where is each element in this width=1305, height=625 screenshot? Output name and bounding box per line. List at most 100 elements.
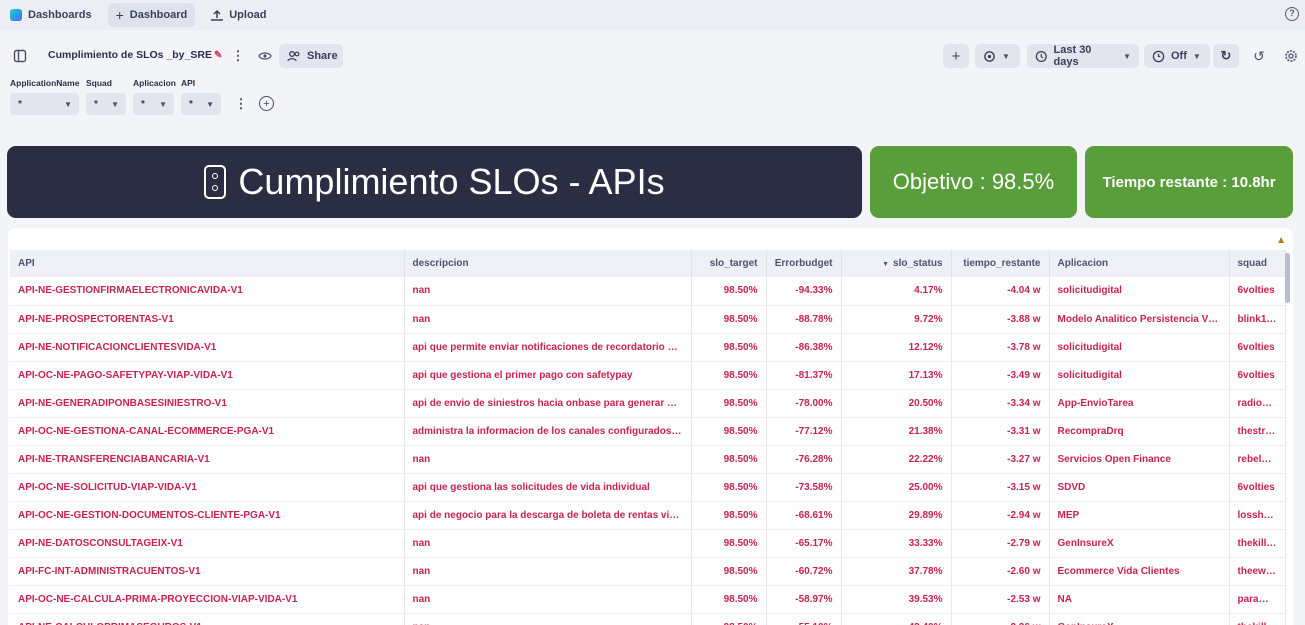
table-cell: -3.27 w xyxy=(951,445,1050,474)
table-cell: -2.79 w xyxy=(951,529,1050,558)
timeframe-selector[interactable]: Last 30 days ▼ xyxy=(1027,44,1139,68)
table-cell: 25.00% xyxy=(841,473,952,502)
table-row[interactable]: API-FC-INT-ADMINISTRACUENTOS-V1 nan 98.50%… xyxy=(10,557,1286,586)
table-cell: Servicios Open Finance xyxy=(1049,445,1230,474)
table-row[interactable]: API-NE-DATOSCONSULTAGEIX-V1 nan 98.50% -65.… xyxy=(10,529,1286,558)
table-cell: rebelution xyxy=(1229,445,1286,474)
dashboard-header: Cumplimiento de SLOs _by_SRE ✎ ⋮ Share + … xyxy=(0,42,1305,70)
help-icon[interactable]: ? xyxy=(1285,7,1299,21)
warning-icon[interactable]: ▲ xyxy=(1276,235,1286,246)
column-header-api[interactable]: API xyxy=(10,250,405,277)
filter-select-aplicacion[interactable]: * ▼ xyxy=(133,93,174,115)
dashboard-title[interactable]: Cumplimiento de SLOs _by_SRE ✎ xyxy=(48,49,222,61)
gear-icon[interactable] xyxy=(1282,46,1300,66)
refresh-timer-icon xyxy=(1152,50,1165,62)
refresh-button[interactable]: ↻ xyxy=(1213,44,1239,68)
filter-value: * xyxy=(141,98,145,110)
table-cell: 98.50% xyxy=(691,613,767,625)
column-header-tiempo-restante[interactable]: tiempo_restante xyxy=(951,250,1050,277)
plus-icon: + xyxy=(115,7,124,23)
chevron-down-icon: ▼ xyxy=(1002,51,1010,61)
table-cell: api que permite enviar notificaciones de… xyxy=(404,333,692,362)
table-cell: API-NE-CALCULOPRIMASEGUROS-V1 xyxy=(10,613,405,625)
undo-icon[interactable]: ↺ xyxy=(1250,46,1268,66)
table-cell: api de negocio para la descarga de bolet… xyxy=(404,501,692,530)
table-cell: -86.38% xyxy=(766,333,842,362)
filter-select-squad[interactable]: * ▼ xyxy=(86,93,126,115)
more-options-icon[interactable]: ⋮ xyxy=(234,95,248,113)
table-cell: solicitudigital xyxy=(1049,277,1230,306)
table-row[interactable]: API-NE-PROSPECTORENTAS-V1 nan 98.50% -88.78… xyxy=(10,305,1286,334)
table-cell: 98.50% xyxy=(691,557,767,586)
column-header-slo-status[interactable]: ▼ slo_status xyxy=(841,250,952,277)
table-row[interactable]: API-OC-NE-CALCULA-PRIMA-PROYECCION-VIAP-… xyxy=(10,585,1286,614)
table-cell: -65.17% xyxy=(766,529,842,558)
table-cell: API-NE-GESTIONFIRMAELECTRONICAVIDA-V1 xyxy=(10,277,405,306)
table-cell: -3.15 w xyxy=(951,473,1050,502)
table-cell: thestrokes xyxy=(1229,417,1286,446)
upload-button[interactable]: Upload xyxy=(203,3,274,27)
table-cell: -81.37% xyxy=(766,361,842,390)
table-cell: -3.31 w xyxy=(951,417,1050,446)
add-variable-icon[interactable]: + xyxy=(259,96,274,111)
add-tile-button[interactable]: + xyxy=(943,44,969,68)
table-cell: nan xyxy=(404,277,692,306)
dashboards-nav[interactable]: Dashboards xyxy=(2,3,100,27)
timeframe-label: Last 30 days xyxy=(1053,44,1092,68)
table-cell: -2.60 w xyxy=(951,557,1050,586)
table-cell: 98.50% xyxy=(691,389,767,418)
settings-dropdown[interactable]: ▼ xyxy=(975,44,1020,68)
table-cell: 12.12% xyxy=(841,333,952,362)
share-label: Share xyxy=(307,50,338,62)
table-row[interactable]: API-OC-NE-PAGO-SAFETYPAY-VIAP-VIDA-V1 api… xyxy=(10,361,1286,390)
share-button[interactable]: Share xyxy=(279,44,343,68)
table-row[interactable]: API-OC-NE-SOLICITUD-VIAP-VIDA-V1 api que … xyxy=(10,473,1286,502)
filter-select-applicationname[interactable]: * ▼ xyxy=(10,93,79,115)
table-cell: -88.78% xyxy=(766,305,842,334)
column-header-descripcion[interactable]: descripcion xyxy=(404,250,692,277)
table-cell: nan xyxy=(404,529,692,558)
column-header-aplicacion[interactable]: Aplicacion xyxy=(1049,250,1230,277)
table-cell: 98.50% xyxy=(691,529,767,558)
table-cell: -3.34 w xyxy=(951,389,1050,418)
more-options-icon[interactable]: ⋮ xyxy=(230,46,246,66)
refresh-interval-selector[interactable]: Off ▼ xyxy=(1144,44,1210,68)
column-header-squad[interactable]: squad xyxy=(1229,250,1286,277)
table-scrollbar[interactable] xyxy=(1285,253,1290,303)
table-cell: Modelo Analitico Persistencia Vida xyxy=(1049,305,1230,334)
table-cell: -4.04 w xyxy=(951,277,1050,306)
table-row[interactable]: API-OC-NE-GESTIONA-CANAL-ECOMMERCE-PGA-V… xyxy=(10,417,1286,446)
table-row[interactable]: API-OC-NE-GESTION-DOCUMENTOS-CLIENTE-PGA… xyxy=(10,501,1286,530)
table-cell: theewhites xyxy=(1229,557,1286,586)
table-cell: radiohead xyxy=(1229,389,1286,418)
column-header-slo-target[interactable]: slo_target xyxy=(691,250,767,277)
table-cell: -60.72% xyxy=(766,557,842,586)
upload-icon xyxy=(211,9,223,21)
table-cell: -2.36 w xyxy=(951,613,1050,625)
table-cell: 6volties xyxy=(1229,277,1286,306)
table-row[interactable]: API-NE-TRANSFERENCIABANCARIA-V1 nan 98.50%… xyxy=(10,445,1286,474)
table-cell: 98.50% xyxy=(691,473,767,502)
table-cell: blink182 xyxy=(1229,305,1286,334)
table-cell: 29.89% xyxy=(841,501,952,530)
table-cell: api que gestiona el primer pago con safe… xyxy=(404,361,692,390)
table-cell: 37.78% xyxy=(841,557,952,586)
table-cell: solicitudigital xyxy=(1049,361,1230,390)
table-row[interactable]: API-NE-GENERADIPONBASESINIESTRO-V1 api de… xyxy=(10,389,1286,418)
table-cell: 9.72% xyxy=(841,305,952,334)
table-row[interactable]: API-NE-GESTIONFIRMAELECTRONICAVIDA-V1 nan… xyxy=(10,277,1286,306)
table-row[interactable]: API-NE-NOTIFICACIONCLIENTESVIDA-V1 api qu… xyxy=(10,333,1286,362)
filter-select-api[interactable]: * ▼ xyxy=(181,93,221,115)
filter-value: * xyxy=(189,98,193,110)
table-cell: 6volties xyxy=(1229,473,1286,502)
table-cell: nan xyxy=(404,613,692,625)
table-cell: -2.53 w xyxy=(951,585,1050,614)
table-row[interactable]: API-NE-CALCULOPRIMASEGUROS-V1nan98.50%-5… xyxy=(10,613,1286,625)
column-header-errorbudget[interactable]: Errorbudget xyxy=(766,250,842,277)
view-eye-icon[interactable] xyxy=(256,46,274,66)
table-cell: 98.50% xyxy=(691,333,767,362)
table-cell: 43.40% xyxy=(841,613,952,625)
table-cell: 98.50% xyxy=(691,361,767,390)
dashboard-tab[interactable]: + Dashboard xyxy=(107,3,196,27)
sidebar-toggle-icon[interactable] xyxy=(12,48,28,64)
